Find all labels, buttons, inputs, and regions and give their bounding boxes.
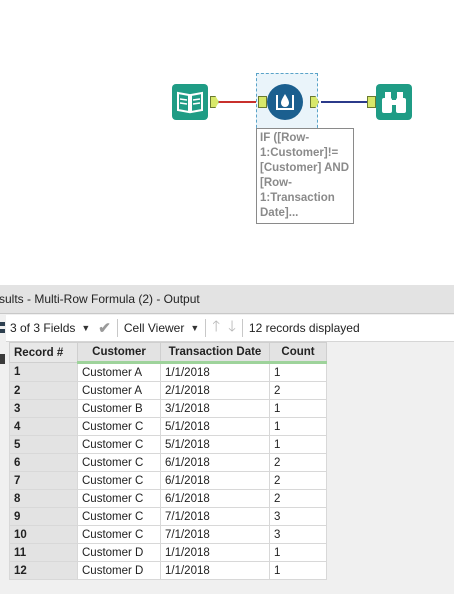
date-cell[interactable]: 2/1/2018 [160,381,270,400]
count-cell[interactable]: 1 [269,435,327,454]
date-cell[interactable]: 6/1/2018 [160,453,270,472]
move-down-arrow-icon[interactable]: 🡓 [224,317,240,339]
count-cell[interactable]: 1 [269,399,327,418]
table-row[interactable]: 2 Customer A 2/1/2018 2 [9,381,327,400]
record-number: 9 [9,507,78,526]
results-panel: sults - Multi-Row Formula (2) - Output 3… [0,285,454,594]
side-marker [0,322,5,326]
customer-cell[interactable]: Customer C [77,453,161,472]
chevron-down-icon: ▼ [81,323,91,333]
tool-annotation: IF ([Row-1:Customer]!=[Customer] AND [Ro… [256,128,354,224]
customer-cell[interactable]: Customer B [77,399,161,418]
count-cell[interactable]: 3 [269,525,327,544]
cell-viewer-label: Cell Viewer [123,321,185,335]
date-cell[interactable]: 5/1/2018 [160,435,270,454]
side-marker [0,354,5,364]
customer-cell[interactable]: Customer C [77,525,161,544]
count-cell[interactable]: 3 [269,507,327,526]
checkmark-icon[interactable]: ✔ [98,319,111,337]
record-number: 7 [9,471,78,490]
results-toolbar: 3 of 3 Fields ▼ ✔ Cell Viewer ▼ 🡑 🡓 12 r… [6,315,454,342]
customer-cell[interactable]: Customer D [77,543,161,562]
date-cell[interactable]: 7/1/2018 [160,507,270,526]
book-icon [177,91,203,114]
table-row[interactable]: 10 Customer C 7/1/2018 3 [9,525,327,544]
table-row[interactable]: 3 Customer B 3/1/2018 1 [9,399,327,418]
count-cell[interactable]: 1 [269,561,327,580]
date-cell[interactable]: 1/1/2018 [160,561,270,580]
records-count: 12 records displayed [248,321,360,335]
date-cell[interactable]: 1/1/2018 [160,543,270,562]
table-row[interactable]: 9 Customer C 7/1/2018 3 [9,507,327,526]
browse-tool[interactable] [376,84,412,120]
connection-line[interactable] [321,101,367,103]
move-up-arrow-icon[interactable]: 🡑 [208,317,224,339]
record-number: 12 [9,561,78,580]
date-cell[interactable]: 1/1/2018 [160,362,270,382]
count-cell[interactable]: 1 [269,362,327,382]
results-title: sults - Multi-Row Formula (2) - Output [0,285,454,314]
record-number: 1 [9,362,78,382]
date-cell[interactable]: 6/1/2018 [160,471,270,490]
record-number: 2 [9,381,78,400]
record-number: 11 [9,543,78,562]
table-row[interactable]: 7 Customer C 6/1/2018 2 [9,471,327,490]
column-header-transaction-date[interactable]: Transaction Date [160,342,270,364]
date-cell[interactable]: 7/1/2018 [160,525,270,544]
customer-cell[interactable]: Customer A [77,362,161,382]
record-number: 3 [9,399,78,418]
customer-cell[interactable]: Customer C [77,471,161,490]
count-cell[interactable]: 2 [269,489,327,508]
table-row[interactable]: 12 Customer D 1/1/2018 1 [9,561,327,580]
connection-line[interactable] [219,101,256,103]
toolbar-divider [116,319,118,337]
record-number: 5 [9,435,78,454]
input-anchor[interactable] [258,96,267,108]
customer-cell[interactable]: Customer A [77,381,161,400]
fields-dropdown[interactable]: 3 of 3 Fields ▼ [6,317,94,339]
count-cell[interactable]: 2 [269,381,327,400]
multi-row-formula-tool[interactable] [267,84,303,120]
count-cell[interactable]: 1 [269,543,327,562]
table-row[interactable]: 5 Customer C 5/1/2018 1 [9,435,327,454]
record-number: 8 [9,489,78,508]
cell-viewer-dropdown[interactable]: Cell Viewer ▼ [120,317,203,339]
customer-cell[interactable]: Customer C [77,417,161,436]
column-header-record[interactable]: Record # [9,342,78,363]
column-header-customer[interactable]: Customer [77,342,161,364]
column-header-count[interactable]: Count [269,342,327,364]
table-row[interactable]: 4 Customer C 5/1/2018 1 [9,417,327,436]
results-grid: Record # Customer Transaction Date Count… [9,342,327,580]
date-cell[interactable]: 5/1/2018 [160,417,270,436]
count-cell[interactable]: 2 [269,453,327,472]
chevron-down-icon: ▼ [190,323,200,333]
fields-label: 3 of 3 Fields [10,321,76,335]
input-data-tool[interactable] [172,84,208,120]
header-row: Record # Customer Transaction Date Count [9,342,327,364]
record-number: 4 [9,417,78,436]
workflow-canvas[interactable]: IF ([Row-1:Customer]!=[Customer] AND [Ro… [0,0,454,285]
customer-cell[interactable]: Customer D [77,561,161,580]
count-cell[interactable]: 2 [269,471,327,490]
record-number: 6 [9,453,78,472]
toolbar-divider [241,319,243,337]
side-marker [0,329,5,333]
table-row[interactable]: 1 Customer A 1/1/2018 1 [9,362,327,382]
multi-row-formula-icon [276,94,294,110]
table-row[interactable]: 6 Customer C 6/1/2018 2 [9,453,327,472]
customer-cell[interactable]: Customer C [77,507,161,526]
table-row[interactable]: 11 Customer D 1/1/2018 1 [9,543,327,562]
date-cell[interactable]: 3/1/2018 [160,399,270,418]
customer-cell[interactable]: Customer C [77,489,161,508]
table-row[interactable]: 8 Customer C 6/1/2018 2 [9,489,327,508]
toolbar-divider [205,319,207,337]
side-strip [0,314,6,594]
input-anchor[interactable] [367,96,376,108]
binoculars-icon [382,92,406,113]
date-cell[interactable]: 6/1/2018 [160,489,270,508]
customer-cell[interactable]: Customer C [77,435,161,454]
count-cell[interactable]: 1 [269,417,327,436]
output-anchor[interactable] [210,96,219,108]
record-number: 10 [9,525,78,544]
